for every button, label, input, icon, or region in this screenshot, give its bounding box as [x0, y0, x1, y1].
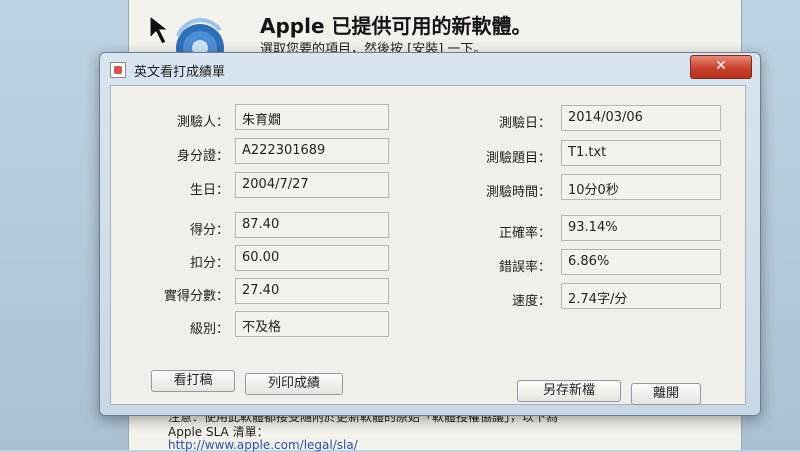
deduction-label: 扣分：: [189, 256, 229, 271]
close-button[interactable]: ✕: [690, 55, 752, 79]
error-rate-label: 錯誤率：: [498, 260, 551, 275]
tester-field[interactable]: 朱育嫺: [235, 104, 389, 130]
test-topic-label: 測驗題目：: [485, 151, 551, 166]
error-rate-field[interactable]: 6.86%: [561, 249, 721, 275]
birthday-label: 生日：: [189, 183, 229, 198]
grade-level-field[interactable]: 不及格: [235, 311, 389, 337]
id-number-label: 身分證：: [176, 149, 229, 164]
save-new-file-button[interactable]: 另存新檔: [517, 380, 621, 402]
accuracy-field[interactable]: 93.14%: [561, 215, 721, 241]
test-duration-label: 測驗時間：: [485, 185, 551, 200]
test-date-label: 測驗日：: [498, 116, 551, 131]
speed-label: 速度：: [511, 294, 551, 309]
score-field[interactable]: 87.40: [235, 212, 389, 238]
tester-label: 測驗人：: [176, 115, 229, 130]
view-draft-button[interactable]: 看打稿: [151, 370, 235, 392]
update-title: Apple 已提供可用的新軟體。: [260, 14, 532, 38]
score-report-dialog: 英文看打成績單 ✕ 測驗人： 朱育嫺 身分證： A222301689 生日： 2…: [99, 52, 761, 416]
print-score-button[interactable]: 列印成績: [245, 373, 343, 395]
score-label: 得分：: [189, 223, 229, 238]
dialog-content: 測驗人： 朱育嫺 身分證： A222301689 生日： 2004/7/27 得…: [110, 85, 746, 405]
test-date-field[interactable]: 2014/03/06: [561, 105, 721, 131]
net-score-label: 實得分數：: [163, 289, 229, 304]
test-topic-field[interactable]: T1.txt: [561, 140, 721, 166]
net-score-field[interactable]: 27.40: [235, 278, 389, 304]
id-number-field[interactable]: A222301689: [235, 138, 389, 164]
java-app-icon: [110, 62, 126, 78]
leave-button[interactable]: 離開: [631, 383, 701, 405]
dialog-title: 英文看打成績單: [134, 65, 226, 80]
test-duration-field[interactable]: 10分0秒: [561, 174, 721, 200]
speed-field[interactable]: 2.74字/分: [561, 283, 721, 309]
grade-level-label: 級別：: [189, 322, 229, 337]
dialog-titlebar[interactable]: 英文看打成績單 ✕: [100, 53, 760, 85]
birthday-field[interactable]: 2004/7/27: [235, 172, 389, 198]
accuracy-label: 正確率：: [498, 226, 551, 241]
deduction-field[interactable]: 60.00: [235, 245, 389, 271]
